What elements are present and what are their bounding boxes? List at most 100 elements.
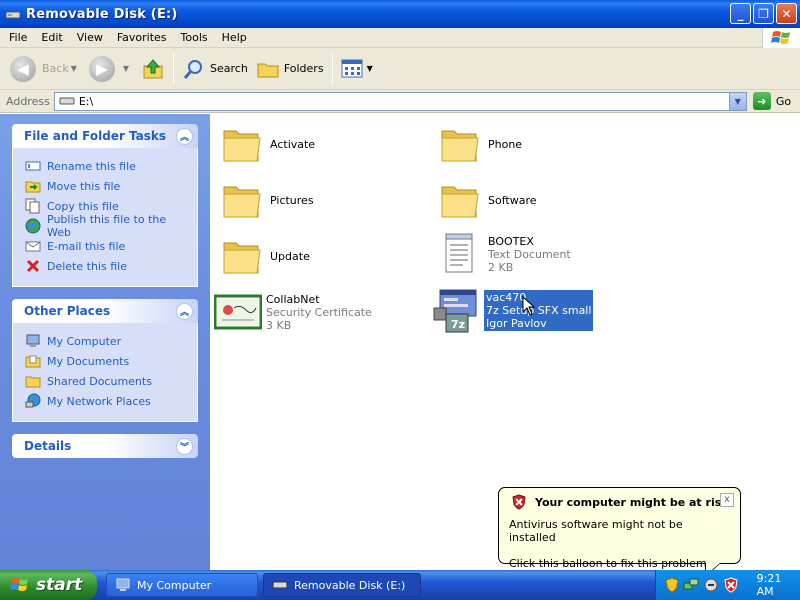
title-bar[interactable]: Removable Disk (E:) _ ❐ ✕ bbox=[0, 0, 800, 28]
file-item-update[interactable]: Update bbox=[218, 232, 310, 280]
file-item-phone[interactable]: Phone bbox=[436, 120, 522, 168]
security-center-icon[interactable] bbox=[664, 577, 679, 593]
file-name: BOOTEX bbox=[488, 234, 534, 248]
address-label: Address bbox=[6, 94, 50, 108]
forward-dropdown-icon[interactable]: ▼ bbox=[123, 64, 129, 73]
address-input[interactable]: E:\ ▼ bbox=[53, 91, 747, 111]
balloon-action-text: Click this balloon to fix this problem. bbox=[509, 557, 711, 570]
clock[interactable]: 9:21 AM bbox=[757, 572, 800, 598]
file-item-vac470[interactable]: 7z vac470 7z Setup SFX small Igor Pavlov bbox=[432, 286, 594, 334]
task-delete[interactable]: Delete this file bbox=[25, 256, 187, 276]
folder-icon bbox=[218, 176, 266, 224]
place-shared-documents[interactable]: Shared Documents bbox=[25, 371, 187, 391]
file-item-software[interactable]: Software bbox=[436, 176, 537, 224]
file-info: CollabNet Security Certificate 3 KB bbox=[266, 293, 372, 332]
network-connection-icon[interactable] bbox=[683, 577, 699, 593]
email-icon bbox=[25, 238, 41, 254]
file-type: 7z Setup SFX small bbox=[486, 303, 592, 317]
views-button[interactable]: ▼ bbox=[337, 51, 381, 87]
panel-header[interactable]: Other Places ︽ bbox=[12, 299, 198, 323]
panel-body: My Computer My Documents Shared Document… bbox=[12, 323, 198, 422]
panel-title: Other Places bbox=[24, 304, 111, 318]
globe-icon bbox=[25, 218, 41, 234]
file-publisher: Igor Pavlov bbox=[486, 316, 547, 330]
7z-installer-icon: 7z bbox=[432, 286, 480, 334]
file-size: 2 KB bbox=[488, 260, 514, 274]
svg-text:7z: 7z bbox=[451, 318, 465, 331]
place-my-network[interactable]: My Network Places bbox=[25, 391, 187, 411]
forward-button[interactable]: ▶ ▼ bbox=[85, 51, 137, 87]
menu-help[interactable]: Help bbox=[215, 29, 254, 47]
collapse-icon[interactable]: ︽ bbox=[176, 302, 193, 320]
folders-button[interactable]: Folders bbox=[252, 51, 328, 87]
search-button[interactable]: Search bbox=[178, 51, 252, 87]
address-bar: Address E:\ ▼ ➜ Go bbox=[0, 90, 800, 113]
panel-header[interactable]: File and Folder Tasks ︽ bbox=[12, 124, 198, 148]
file-name: Software bbox=[488, 193, 537, 207]
taskbar-button-removable-disk[interactable]: Removable Disk (E:) bbox=[263, 573, 421, 597]
taskbar-button-my-computer[interactable]: My Computer bbox=[106, 573, 258, 597]
computer-icon bbox=[115, 577, 131, 593]
file-item-pictures[interactable]: Pictures bbox=[218, 176, 314, 224]
task-label: E-mail this file bbox=[47, 239, 126, 253]
security-alert-icon[interactable] bbox=[723, 577, 738, 593]
system-tray: 9:21 AM bbox=[655, 570, 800, 600]
restore-icon: ❐ bbox=[758, 6, 769, 21]
security-shield-icon bbox=[512, 494, 526, 510]
documents-folder-icon bbox=[25, 353, 41, 369]
place-my-documents[interactable]: My Documents bbox=[25, 351, 187, 371]
folders-icon bbox=[257, 63, 279, 77]
task-pane: File and Folder Tasks ︽ Rename this file… bbox=[0, 114, 210, 570]
taskbar: start My Computer Removable Disk (E:) 9:… bbox=[0, 570, 800, 600]
menu-tools[interactable]: Tools bbox=[174, 29, 215, 47]
file-name: Phone bbox=[488, 137, 523, 151]
go-button[interactable]: ➜ Go bbox=[752, 92, 791, 110]
toolbar-separator bbox=[173, 53, 175, 84]
menu-file[interactable]: File bbox=[2, 29, 34, 47]
back-button[interactable]: ◀ Back ▼ bbox=[6, 51, 85, 87]
expand-icon[interactable]: ︾ bbox=[176, 437, 193, 455]
panel-header[interactable]: Details ︾ bbox=[12, 434, 198, 458]
start-button[interactable]: start bbox=[0, 570, 97, 600]
close-button[interactable]: ✕ bbox=[776, 3, 797, 24]
restore-button[interactable]: ❐ bbox=[753, 3, 774, 24]
up-folder-icon bbox=[143, 58, 163, 78]
shared-folder-icon bbox=[25, 373, 41, 389]
menu-favorites[interactable]: Favorites bbox=[110, 29, 174, 47]
panel-title: Details bbox=[24, 439, 72, 453]
menu-view[interactable]: View bbox=[70, 29, 110, 47]
views-icon bbox=[341, 59, 363, 77]
place-label: My Network Places bbox=[47, 394, 151, 408]
task-label: Copy this file bbox=[47, 199, 119, 213]
menu-edit[interactable]: Edit bbox=[34, 29, 69, 47]
menu-bar: File Edit View Favorites Tools Help bbox=[0, 28, 800, 48]
go-arrow-icon: ➜ bbox=[752, 92, 771, 110]
up-folder-button[interactable] bbox=[137, 51, 169, 87]
task-label: Publish this file to the Web bbox=[47, 213, 167, 239]
safely-remove-hardware-icon[interactable] bbox=[703, 577, 719, 593]
file-item-bootex[interactable]: BOOTEX Text Document 2 KB bbox=[436, 230, 571, 278]
back-dropdown-icon[interactable]: ▼ bbox=[71, 64, 77, 73]
computer-icon bbox=[25, 333, 41, 349]
certificate-icon bbox=[214, 288, 262, 336]
forward-arrow-icon: ▶ bbox=[88, 55, 115, 82]
file-item-collabnet[interactable]: CollabNet Security Certificate 3 KB bbox=[214, 288, 372, 336]
place-my-computer[interactable]: My Computer bbox=[25, 331, 187, 351]
windows-logo-icon bbox=[762, 28, 800, 48]
windows-flag-icon bbox=[10, 578, 28, 591]
minimize-button[interactable]: _ bbox=[730, 3, 751, 24]
details-panel: Details ︾ bbox=[12, 434, 198, 458]
security-alert-balloon[interactable]: Your computer might be at risk Antivirus… bbox=[498, 487, 741, 577]
task-move[interactable]: Move this file bbox=[25, 176, 187, 196]
balloon-title: Your computer might be at risk bbox=[535, 495, 729, 509]
task-rename[interactable]: Rename this file bbox=[25, 156, 187, 176]
balloon-close-button[interactable]: x bbox=[720, 493, 734, 507]
task-email[interactable]: E-mail this file bbox=[25, 236, 187, 256]
file-info: BOOTEX Text Document 2 KB bbox=[488, 235, 571, 274]
collapse-icon[interactable]: ︽ bbox=[176, 127, 193, 145]
panel-body: Rename this file Move this file Copy thi… bbox=[12, 148, 198, 287]
address-dropdown-button[interactable]: ▼ bbox=[728, 92, 746, 110]
file-item-activate[interactable]: Activate bbox=[218, 120, 315, 168]
task-publish[interactable]: Publish this file to the Web bbox=[25, 213, 187, 239]
place-label: My Computer bbox=[47, 334, 122, 348]
